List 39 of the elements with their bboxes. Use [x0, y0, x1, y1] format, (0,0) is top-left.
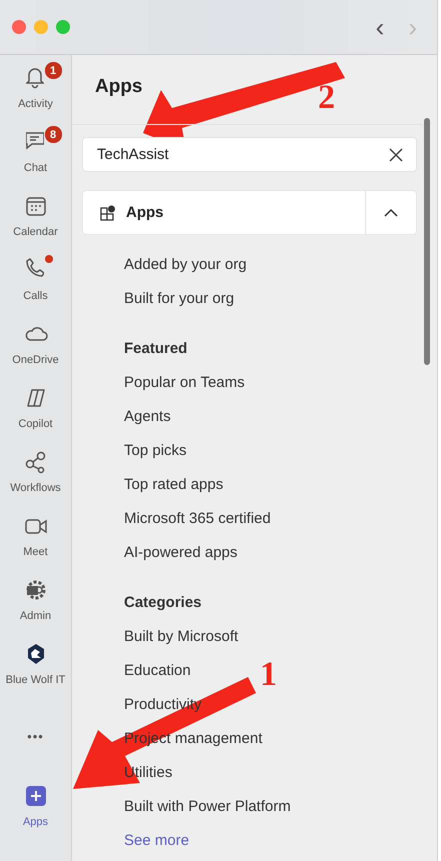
group-heading: Categories [124, 593, 202, 613]
rail-label[interactable]: Activity [18, 98, 53, 110]
section-header[interactable]: Apps [82, 190, 417, 235]
rail-label[interactable]: Workflows [10, 482, 61, 494]
back-button[interactable]: ‹ [368, 14, 392, 40]
rail-label[interactable]: Blue Wolf IT [6, 674, 66, 686]
menu-item[interactable]: Popular on Teams [124, 366, 245, 400]
clear-icon[interactable] [388, 146, 404, 162]
menu-item[interactable]: Microsoft 365 certified [124, 502, 271, 536]
menu-item[interactable]: Education [124, 654, 191, 688]
rail-label[interactable]: Meet [23, 546, 48, 558]
rail-label[interactable]: Copilot [18, 418, 53, 430]
menu-item[interactable]: Top rated apps [124, 468, 224, 502]
rail-label[interactable]: Admin [20, 610, 52, 622]
page-title: Apps [95, 76, 142, 99]
menu-item[interactable]: Built for your org [124, 282, 234, 316]
annotation-number: 2 [318, 81, 335, 115]
notification-badge: 1 [44, 61, 62, 80]
rail-label[interactable]: Apps [22, 816, 48, 828]
menu-item[interactable]: Top picks [124, 434, 187, 468]
rail-label[interactable]: OneDrive [12, 354, 59, 366]
see-more-link[interactable]: See more [124, 824, 190, 858]
rail-label[interactable]: Calls [23, 290, 48, 302]
menu-item[interactable]: Built with Power Platform [124, 790, 291, 824]
section-title: Apps [126, 204, 164, 221]
menu-item[interactable]: Added by your org [124, 248, 247, 282]
menu-item[interactable]: Built by Microsoft [124, 620, 238, 654]
menu-item[interactable]: AI-powered apps [124, 536, 238, 570]
rail-label[interactable]: Calendar [13, 226, 58, 238]
annotation-number: 1 [260, 658, 277, 692]
search-field[interactable]: TechAssist [82, 137, 417, 172]
apps-icon [99, 204, 117, 222]
notification-badge: 8 [44, 125, 62, 144]
more-button[interactable]: ••• [27, 729, 44, 744]
menu-item[interactable]: Agents [124, 400, 171, 434]
chevron-icon[interactable] [383, 208, 399, 218]
rail-label[interactable]: Chat [24, 162, 48, 174]
search-input[interactable]: TechAssist [97, 146, 388, 163]
group-heading: Featured [124, 339, 188, 359]
